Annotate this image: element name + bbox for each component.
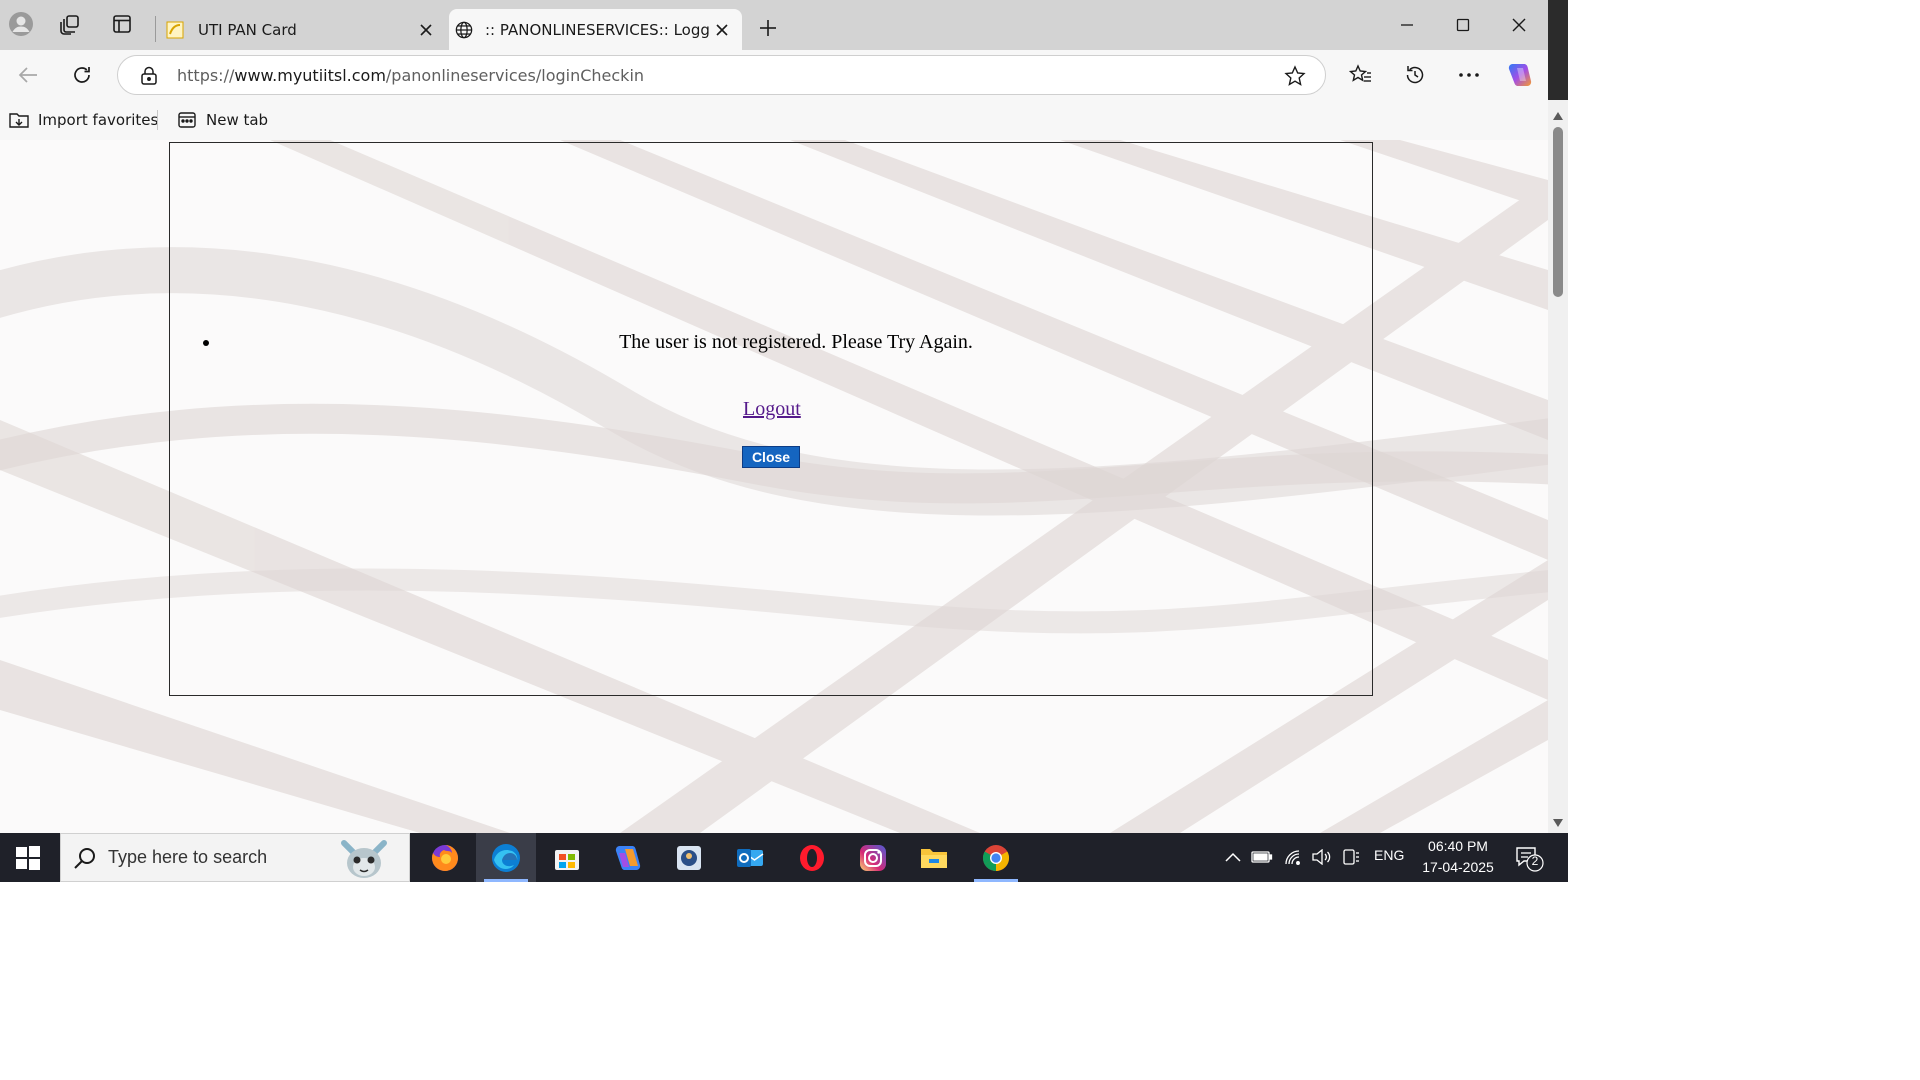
page-viewport: The user is not registered. Please Try A… <box>0 140 1548 833</box>
taskbar-edge[interactable] <box>476 833 536 882</box>
scroll-up-icon[interactable] <box>1552 110 1564 122</box>
running-app-indicator <box>974 879 1018 882</box>
import-favorites-label: Import favorites <box>38 111 159 129</box>
history-icon[interactable] <box>1400 60 1430 90</box>
new-tab-link[interactable]: New tab <box>176 108 268 132</box>
tab-divider <box>155 16 156 42</box>
favorites-icon[interactable] <box>1346 60 1376 90</box>
active-app-indicator <box>484 879 528 882</box>
copilot-icon[interactable] <box>1505 60 1535 90</box>
scrollbar-window-edge <box>1548 0 1568 100</box>
tab-title: UTI PAN Card <box>198 20 297 39</box>
message-panel: The user is not registered. Please Try A… <box>169 142 1373 696</box>
volume-icon[interactable] <box>1310 845 1334 869</box>
taskbar-store[interactable] <box>537 833 597 882</box>
taskbar-copilot[interactable] <box>598 833 658 882</box>
tab-title: :: PANONLINESERVICES:: Logged Out <box>485 20 710 39</box>
error-message: The user is not registered. Please Try A… <box>619 331 973 353</box>
url-host: www.myutiitsl.com <box>234 66 386 85</box>
file-explorer-icon <box>921 848 947 868</box>
taskbar-app[interactable] <box>659 833 719 882</box>
show-hidden-icons-chevron-up-icon[interactable] <box>1222 845 1244 869</box>
lock-icon[interactable] <box>138 65 160 87</box>
search-placeholder: Type here to search <box>108 847 268 867</box>
new-tab-label: New tab <box>206 111 269 129</box>
notification-center-icon[interactable]: 2 <box>1512 844 1552 872</box>
taskbar-file-explorer[interactable] <box>904 833 964 882</box>
opera-icon <box>800 844 824 871</box>
copilot-icon <box>615 845 641 870</box>
import-favorites-link[interactable]: Import favorites <box>8 108 158 132</box>
app-icon <box>677 845 701 870</box>
tab-uti-pan-card[interactable]: UTI PAN Card <box>160 9 446 50</box>
favorite-star-icon[interactable] <box>1283 64 1307 88</box>
close-button[interactable]: Close <box>742 446 800 468</box>
taskbar-firefox[interactable] <box>415 833 475 882</box>
tab-strip: UTI PAN Card :: PANONLINESERVICES:: Logg… <box>0 0 1548 50</box>
browser-toolbar: https://www.myutiitsl.com/panonlineservi… <box>0 50 1548 100</box>
url-scheme: https:// <box>177 66 235 85</box>
windows-start-icon[interactable] <box>14 844 42 872</box>
close-tab-icon[interactable] <box>710 18 734 42</box>
clock-time: 06:40 PM <box>1428 838 1488 854</box>
uti-favicon <box>166 21 184 39</box>
battery-icon[interactable] <box>1250 845 1274 869</box>
workspaces-icon[interactable] <box>56 10 84 38</box>
refresh-icon[interactable] <box>67 60 97 90</box>
search-highlight-mascot-icon <box>341 840 387 878</box>
favorites-bar: Import favorites New tab <box>0 100 1548 140</box>
windows-taskbar: Type here to search ENG 06:40 PM 17-04-2… <box>0 833 1568 882</box>
favorites-divider <box>157 110 158 130</box>
import-favorites-icon <box>8 109 30 131</box>
scroll-down-icon[interactable] <box>1552 817 1564 829</box>
vertical-tabs-icon[interactable] <box>108 10 136 38</box>
close-window-icon[interactable] <box>1501 10 1537 40</box>
search-icon <box>74 848 95 869</box>
clock-date: 17-04-2025 <box>1422 859 1494 875</box>
taskbar-instagram[interactable] <box>843 833 903 882</box>
chrome-icon <box>982 844 1010 871</box>
url-path: /panonlineservices/loginCheckin <box>385 66 645 85</box>
store-icon <box>555 849 579 870</box>
scrollbar-thumb[interactable] <box>1553 127 1563 297</box>
back-icon[interactable] <box>13 60 43 90</box>
close-tab-icon[interactable] <box>414 18 438 42</box>
taskbar-search-box[interactable]: Type here to search <box>60 833 410 882</box>
network-icon[interactable] <box>1282 845 1306 869</box>
input-language[interactable]: ENG <box>1374 847 1404 863</box>
url-text[interactable]: https://www.myutiitsl.com/panonlineservi… <box>177 66 644 85</box>
more-options-icon[interactable] <box>1454 60 1484 90</box>
tab-panonlineservices[interactable]: :: PANONLINESERVICES:: Logged Out <box>449 9 742 50</box>
address-bar[interactable]: https://www.myutiitsl.com/panonlineservi… <box>117 55 1326 95</box>
outlook-icon <box>737 848 764 867</box>
edge-icon <box>492 843 520 872</box>
notification-count: 2 <box>1531 854 1539 868</box>
maximize-icon[interactable] <box>1445 10 1481 40</box>
system-clock[interactable]: 06:40 PM 17-04-2025 <box>1410 836 1506 878</box>
new-tab-icon <box>176 109 198 131</box>
globe-icon <box>455 21 473 39</box>
new-tab-button[interactable] <box>754 14 782 42</box>
firefox-icon <box>432 844 458 871</box>
profile-icon[interactable] <box>7 10 35 38</box>
logout-link[interactable]: Logout <box>743 398 801 421</box>
instagram-icon <box>860 844 886 871</box>
taskbar-opera[interactable] <box>782 833 842 882</box>
taskbar-outlook[interactable] <box>720 833 780 882</box>
vertical-scrollbar[interactable] <box>1548 0 1568 833</box>
touch-keyboard-icon[interactable] <box>1339 845 1363 869</box>
taskbar-chrome[interactable] <box>966 833 1026 882</box>
minimize-icon[interactable] <box>1389 10 1425 40</box>
